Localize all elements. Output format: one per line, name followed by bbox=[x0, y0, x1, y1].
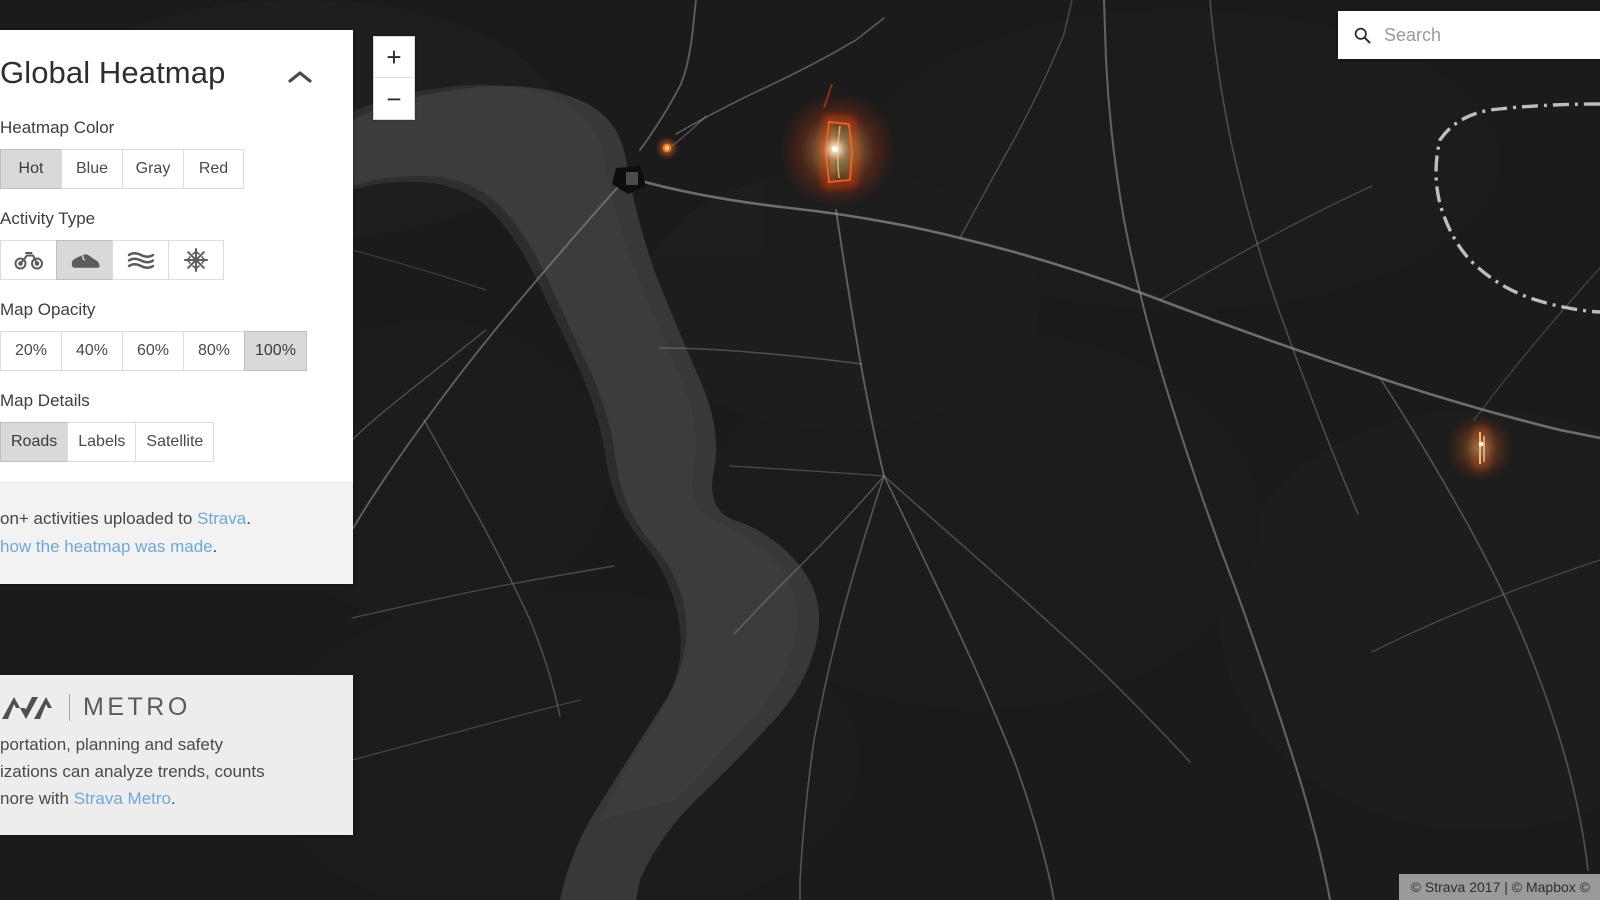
field-activity-type: Activity Type bbox=[0, 209, 329, 281]
panel-note: on+ activities uploaded to Strava. how t… bbox=[0, 482, 353, 585]
metro-line3: nore with bbox=[0, 789, 74, 809]
heatmap-color-option-hot[interactable]: Hot bbox=[0, 149, 61, 190]
search-icon bbox=[1354, 27, 1371, 44]
zoom-out-button[interactable]: − bbox=[374, 78, 414, 119]
map-opacity-option-100[interactable]: 100% bbox=[244, 331, 307, 372]
metro-description: portation, planning and safety izations … bbox=[0, 731, 329, 813]
heatmap-made-link[interactable]: how the heatmap was made bbox=[0, 537, 213, 556]
map-opacity-option-80[interactable]: 80% bbox=[183, 331, 244, 372]
field-map-details: Map Details Roads Labels Satellite bbox=[0, 391, 329, 463]
page-title: Global Heatmap bbox=[0, 55, 226, 90]
activity-type-option-run[interactable] bbox=[56, 240, 112, 281]
strava-metro-link[interactable]: Strava Metro bbox=[74, 789, 171, 808]
map-details-option-labels[interactable]: Labels bbox=[67, 422, 136, 463]
strava-metro-panel: METRO portation, planning and safety iza… bbox=[0, 675, 353, 835]
water-waves-icon bbox=[127, 252, 154, 270]
field-label-map-details: Map Details bbox=[0, 391, 90, 411]
map-opacity-option-60[interactable]: 60% bbox=[122, 331, 183, 372]
heatmap-color-option-red[interactable]: Red bbox=[183, 149, 244, 190]
heatmap-color-button-group: Hot Blue Gray Red bbox=[0, 149, 329, 190]
map-details-option-satellite[interactable]: Satellite bbox=[135, 422, 215, 463]
metro-brand: METRO bbox=[0, 693, 329, 722]
metro-divider bbox=[69, 694, 70, 721]
heatmap-cluster-secondary bbox=[1446, 414, 1514, 482]
heatmap-color-option-blue[interactable]: Blue bbox=[61, 149, 122, 190]
panel-note-line2-tail: . bbox=[212, 536, 218, 556]
activity-type-option-water[interactable] bbox=[112, 240, 168, 281]
search-box[interactable] bbox=[1338, 11, 1600, 59]
map-details-button-group: Roads Labels Satellite bbox=[0, 422, 329, 463]
map-zoom-controls: + − bbox=[373, 36, 415, 120]
field-heatmap-color: Heatmap Color Hot Blue Gray Red bbox=[0, 118, 329, 190]
panel-body: Heatmap Color Hot Blue Gray Red Activity… bbox=[0, 118, 353, 482]
bicycle-icon bbox=[14, 252, 43, 270]
panel-note-line1-tail: . bbox=[246, 509, 251, 529]
map-opacity-option-20[interactable]: 20% bbox=[0, 331, 61, 372]
metro-line2: izations can analyze trends, counts bbox=[0, 762, 265, 782]
metro-line1: portation, planning and safety bbox=[0, 735, 224, 754]
strava-logo-icon bbox=[2, 696, 52, 719]
field-map-opacity: Map Opacity 20% 40% 60% 80% 100% bbox=[0, 300, 329, 372]
activity-type-option-winter[interactable] bbox=[168, 240, 224, 281]
strava-link[interactable]: Strava bbox=[197, 509, 246, 528]
panel-header: Global Heatmap bbox=[0, 30, 353, 98]
map-attribution[interactable]: © Strava 2017 | © Mapbox © bbox=[1398, 874, 1600, 900]
chevron-up-icon[interactable] bbox=[285, 68, 315, 86]
metro-line3-tail: . bbox=[171, 789, 176, 809]
field-label-heatmap-color: Heatmap Color bbox=[0, 118, 115, 138]
field-label-map-opacity: Map Opacity bbox=[0, 300, 96, 320]
metro-wordmark: METRO bbox=[83, 693, 191, 721]
heatmap-settings-panel: Global Heatmap Heatmap Color Hot Blue Gr… bbox=[0, 30, 353, 585]
activity-type-option-ride[interactable] bbox=[0, 240, 56, 281]
map-details-option-roads[interactable]: Roads bbox=[0, 422, 68, 463]
field-label-activity-type: Activity Type bbox=[0, 209, 96, 229]
activity-type-button-group bbox=[0, 240, 329, 281]
search-input[interactable] bbox=[1384, 24, 1600, 46]
strava-global-heatmap-app: + − Global Heatmap Heatmap Color Hot Blu… bbox=[0, 0, 1600, 900]
map-opacity-option-40[interactable]: 40% bbox=[61, 331, 122, 372]
zoom-in-button[interactable]: + bbox=[374, 37, 414, 78]
running-shoe-icon bbox=[71, 254, 100, 268]
panel-note-line1-text: on+ activities uploaded to bbox=[0, 509, 198, 529]
snowflake-icon bbox=[184, 248, 208, 273]
heatmap-cluster-estuary bbox=[655, 136, 679, 160]
heatmap-color-option-gray[interactable]: Gray bbox=[122, 149, 183, 190]
map-opacity-button-group: 20% 40% 60% 80% 100% bbox=[0, 331, 329, 372]
